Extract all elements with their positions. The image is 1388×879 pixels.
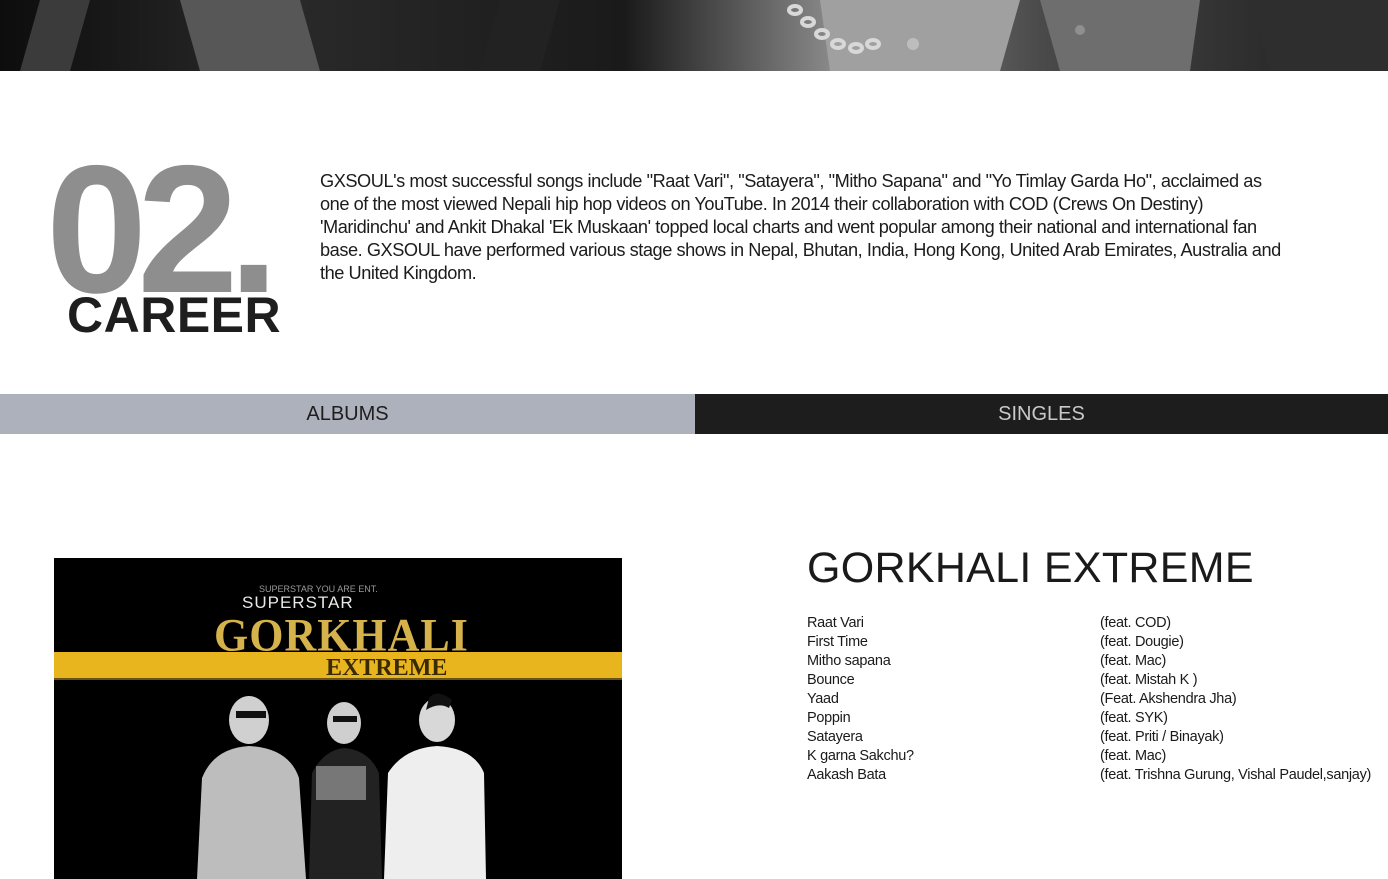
track-name: Yaad [807, 691, 839, 707]
track-name: Aakash Bata [807, 767, 886, 783]
track-feat: (feat. SYK) [1100, 710, 1168, 726]
track-name: Poppin [807, 710, 851, 726]
track-feat: (feat. Dougie) [1100, 634, 1184, 650]
track-name: First Time [807, 634, 868, 650]
tracklist: Raat Vari (feat. COD) First Time (feat. Do… [807, 614, 1387, 785]
album-title: GORKHALI EXTREME [807, 544, 1254, 592]
list-item: Mitho sapana (feat. Mac) [807, 652, 1387, 671]
track-name: Raat Vari [807, 615, 864, 631]
tab-albums[interactable]: ALBUMS [0, 394, 695, 434]
track-feat: (feat. Mac) [1100, 653, 1166, 669]
list-item: Aakash Bata (feat. Trishna Gurung, Vishal… [807, 766, 1387, 785]
list-item: Bounce (feat. Mistah K ) [807, 671, 1387, 690]
list-item: Yaad (Feat. Akshendra Jha) [807, 690, 1387, 709]
track-feat: (feat. COD) [1100, 615, 1171, 631]
track-name: Satayera [807, 729, 863, 745]
section-title: CAREER [67, 287, 282, 343]
list-item: First Time (feat. Dougie) [807, 633, 1387, 652]
career-description: GXSOUL's most successful songs include "… [320, 171, 1281, 283]
cover-artists-photo [197, 693, 486, 879]
hero-banner-photo [0, 0, 1388, 71]
list-item: Poppin (feat. SYK) [807, 709, 1387, 728]
track-name: Bounce [807, 672, 855, 688]
track-feat: (feat. Mac) [1100, 748, 1166, 764]
list-item: Satayera (feat. Priti / Binayak) [807, 728, 1387, 747]
list-item: K garna Sakchu? (feat. Mac) [807, 747, 1387, 766]
track-feat: (feat. Mistah K ) [1100, 672, 1198, 688]
tab-singles[interactable]: SINGLES [695, 394, 1388, 434]
track-feat: (Feat. Akshendra Jha) [1100, 691, 1237, 707]
cover-gorkhali: GORKHALI [214, 609, 469, 660]
discography-tabs: ALBUMS SINGLES [0, 394, 1388, 434]
track-feat: (feat. Trishna Gurung, Vishal Paudel,san… [1100, 767, 1372, 783]
cover-extreme: EXTREME [326, 655, 447, 681]
track-name: K garna Sakchu? [807, 748, 914, 764]
track-name: Mitho sapana [807, 653, 891, 669]
track-feat: (feat. Priti / Binayak) [1100, 729, 1224, 745]
list-item: Raat Vari (feat. COD) [807, 614, 1387, 633]
album-cover-image: SUPERSTAR YOU ARE ENT. SUPERSTAR GORKHAL… [54, 558, 622, 879]
